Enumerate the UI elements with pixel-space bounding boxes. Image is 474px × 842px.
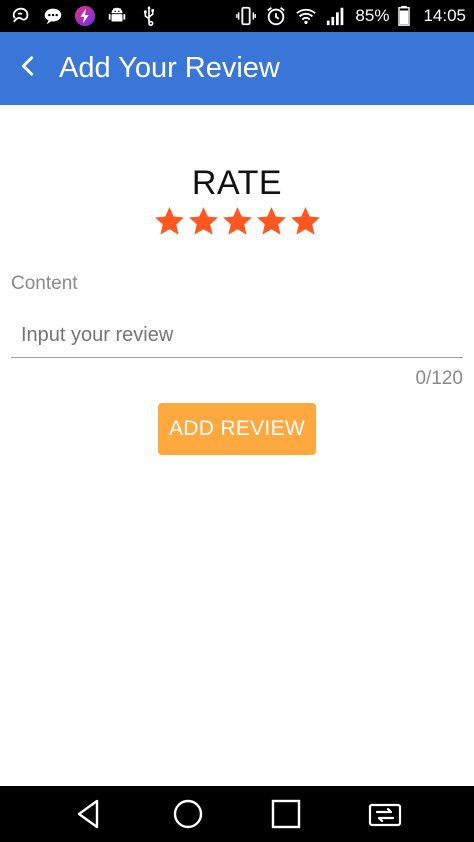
lightning-app-icon xyxy=(74,5,96,27)
content-label: Content xyxy=(11,273,78,294)
nav-switch-app-button[interactable] xyxy=(357,786,413,842)
add-review-button[interactable]: ADD REVIEW xyxy=(158,403,316,455)
page-title: Add Your Review xyxy=(59,52,280,84)
home-circle-icon xyxy=(173,799,202,829)
back-button[interactable] xyxy=(0,32,56,105)
star-icon[interactable] xyxy=(153,205,186,238)
star-icon[interactable] xyxy=(255,205,288,238)
status-right: 85% 14:05 xyxy=(235,5,466,27)
star-icon[interactable] xyxy=(221,205,254,238)
battery-icon xyxy=(397,5,411,27)
chevron-left-icon xyxy=(17,55,39,82)
signal-icon xyxy=(325,5,347,27)
wifi-icon xyxy=(295,5,317,27)
nav-home-button[interactable] xyxy=(160,786,216,842)
recents-square-icon xyxy=(272,799,301,829)
vibrate-icon xyxy=(235,5,257,27)
chat-icon xyxy=(42,5,64,27)
character-counter: 0/120 xyxy=(415,368,463,389)
alarm-icon xyxy=(265,5,287,27)
switch-app-icon xyxy=(368,803,401,827)
nav-recents-button[interactable] xyxy=(258,786,314,842)
battery-percent: 85% xyxy=(355,6,390,25)
clock: 14:05 xyxy=(423,6,466,25)
star-icon[interactable] xyxy=(289,205,322,238)
nav-bar xyxy=(0,786,474,842)
star-icon[interactable] xyxy=(187,205,220,238)
usb-icon xyxy=(138,5,160,27)
app-bar: Add Your Review xyxy=(0,32,474,105)
nav-back-button[interactable] xyxy=(61,786,117,842)
back-triangle-icon xyxy=(78,799,99,829)
uc-browser-icon xyxy=(10,5,32,27)
star-rating xyxy=(0,205,474,238)
screen: 85% 14:05 Add Your Review RATE Content 0… xyxy=(0,0,474,842)
android-debug-icon xyxy=(106,5,128,27)
status-bar: 85% 14:05 xyxy=(0,0,474,32)
rate-label: RATE xyxy=(191,164,283,202)
review-input[interactable] xyxy=(11,314,463,358)
status-left xyxy=(10,5,160,27)
